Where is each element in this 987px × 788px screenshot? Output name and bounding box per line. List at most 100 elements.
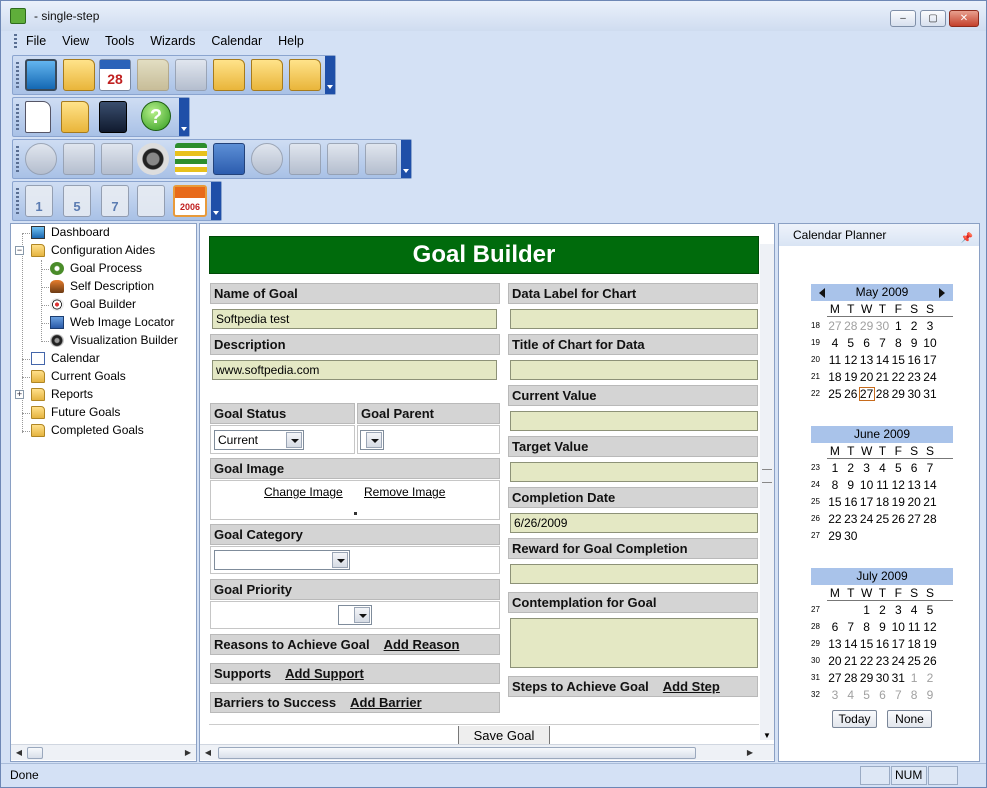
chevron-down-icon[interactable] — [332, 552, 348, 568]
data-label-input[interactable] — [510, 309, 758, 329]
calendar-day[interactable]: 15 — [890, 353, 906, 367]
calendar-day[interactable]: 1 — [859, 603, 875, 617]
calendar-day[interactable]: 8 — [859, 620, 875, 634]
calendar-day[interactable]: 30 — [875, 671, 891, 685]
scroll-right-icon[interactable]: ▶ — [742, 745, 758, 761]
calendar-day[interactable]: 19 — [890, 495, 906, 509]
calendar-day[interactable]: 23 — [906, 370, 922, 384]
film-reel-icon[interactable] — [137, 143, 169, 175]
calendar-day[interactable]: 11 — [906, 620, 922, 634]
calendar-day[interactable]: 6 — [859, 336, 875, 350]
completion-date-input[interactable]: 6/26/2009 — [510, 513, 758, 533]
calendar-day[interactable]: 9 — [875, 620, 891, 634]
calendar-day[interactable]: 27 — [827, 319, 843, 333]
calendar-day[interactable]: 31 — [890, 671, 906, 685]
folder-arrow-icon[interactable] — [251, 59, 283, 91]
contemplation-textarea[interactable] — [510, 618, 758, 668]
calendar-28-icon[interactable]: 28 — [99, 59, 131, 91]
calendar-day[interactable]: 14 — [922, 478, 938, 492]
next-month-icon[interactable] — [939, 288, 945, 298]
chevron-down-icon[interactable] — [286, 432, 302, 448]
expand-icon[interactable]: + — [15, 390, 24, 399]
remove-image-link[interactable]: Remove Image — [364, 485, 445, 499]
calendar-day[interactable]: 5 — [890, 461, 906, 475]
calendar-day[interactable]: 24 — [859, 512, 875, 526]
calendar-day[interactable]: 20 — [827, 654, 843, 668]
folder-star-icon[interactable] — [289, 59, 321, 91]
calendar-day[interactable]: 18 — [906, 637, 922, 651]
calendar-day[interactable]: 25 — [827, 387, 843, 401]
calendar-day[interactable]: 3 — [890, 603, 906, 617]
calendar-day[interactable]: 10 — [890, 620, 906, 634]
today-button[interactable]: Today — [832, 710, 877, 728]
reward-input[interactable] — [510, 564, 758, 584]
collapse-icon[interactable]: − — [15, 246, 24, 255]
calendar-day[interactable]: 20 — [906, 495, 922, 509]
scrollbar-thumb[interactable] — [27, 747, 43, 759]
add-step-link[interactable]: Add Step — [663, 679, 720, 694]
goal-priority-select[interactable] — [338, 605, 372, 625]
folder-gear-icon[interactable] — [63, 59, 95, 91]
toolbar-grip[interactable] — [16, 146, 19, 174]
calendar-day[interactable]: 21 — [922, 495, 938, 509]
calendar-day[interactable]: 9 — [843, 478, 859, 492]
calendar-day[interactable]: 28 — [843, 671, 859, 685]
toolbar-overflow-chevron-icon[interactable] — [179, 98, 189, 136]
copy-folder-icon[interactable] — [61, 101, 89, 133]
goal-parent-select[interactable] — [360, 430, 384, 450]
menu-wizards[interactable]: Wizards — [142, 32, 203, 52]
target-value-input[interactable] — [510, 462, 758, 482]
goal-status-select[interactable]: Current — [214, 430, 304, 450]
chart-title-input[interactable] — [510, 360, 758, 380]
calendar-day[interactable]: 22 — [859, 654, 875, 668]
calendar-month-icon[interactable] — [137, 185, 165, 217]
list-icon[interactable] — [175, 143, 207, 175]
calendar-day[interactable]: 21 — [875, 370, 891, 384]
calendar-day[interactable]: 2 — [922, 671, 938, 685]
calendar-day[interactable]: 2 — [906, 319, 922, 333]
calendar-day[interactable]: 3 — [859, 461, 875, 475]
save-disk-icon[interactable] — [99, 101, 127, 133]
calendar-day[interactable]: 10 — [859, 478, 875, 492]
menu-file[interactable]: File — [18, 32, 54, 52]
calendar-day[interactable]: 5 — [922, 603, 938, 617]
calendar-1-icon[interactable]: 1 — [25, 185, 53, 217]
form-vertical-scrollbar[interactable]: ▼ — [760, 244, 774, 740]
scroll-right-icon[interactable]: ▶ — [180, 745, 196, 761]
calendar-day[interactable]: 3 — [922, 319, 938, 333]
calendar-day[interactable]: 24 — [890, 654, 906, 668]
calendar-year-icon[interactable]: 2006 — [173, 185, 207, 217]
calendar-day[interactable]: 11 — [875, 478, 891, 492]
calendar-day[interactable]: 12 — [890, 478, 906, 492]
calendar-day[interactable]: 18 — [827, 370, 843, 384]
minimize-button[interactable]: – — [890, 10, 916, 27]
calendar-day[interactable]: 1 — [890, 319, 906, 333]
calendar-day[interactable]: 8 — [890, 336, 906, 350]
calendar-day[interactable]: 26 — [890, 512, 906, 526]
calendar-day[interactable]: 7 — [922, 461, 938, 475]
calendar-day[interactable]: 18 — [875, 495, 891, 509]
description-input[interactable]: www.softpedia.com — [212, 360, 497, 380]
app-icon[interactable] — [10, 8, 26, 24]
calendar-day[interactable]: 30 — [906, 387, 922, 401]
calendar-day[interactable]: 3 — [827, 688, 843, 702]
calendar-day[interactable]: 25 — [875, 512, 891, 526]
calendar-day[interactable]: 25 — [906, 654, 922, 668]
calendar-day[interactable]: 21 — [843, 654, 859, 668]
calendar-day[interactable]: 26 — [922, 654, 938, 668]
calendar-day[interactable]: 31 — [922, 387, 938, 401]
tree-horizontal-scrollbar[interactable]: ◀ ▶ — [11, 744, 196, 760]
calendar-day[interactable]: 9 — [922, 688, 938, 702]
goal-category-select[interactable] — [214, 550, 350, 570]
close-button[interactable]: ✕ — [949, 10, 979, 27]
toolbar-grip[interactable] — [16, 104, 19, 132]
calendar-day[interactable]: 11 — [827, 353, 843, 367]
calendar-day[interactable]: 19 — [922, 637, 938, 651]
calendar-day[interactable]: 12 — [843, 353, 859, 367]
calendar-day[interactable]: 4 — [843, 688, 859, 702]
calendar-day[interactable]: 5 — [859, 688, 875, 702]
calendar-day[interactable]: 29 — [859, 671, 875, 685]
window-gear-icon[interactable] — [213, 143, 245, 175]
calendar-day[interactable]: 17 — [859, 495, 875, 509]
calendar-day[interactable]: 29 — [859, 319, 875, 333]
